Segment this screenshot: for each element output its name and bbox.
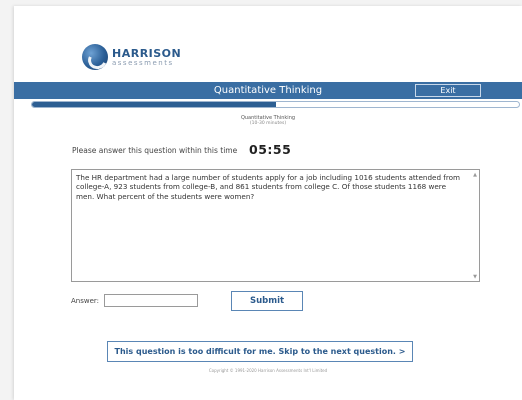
harrison-logo: HARRISON assessments xyxy=(82,44,181,70)
progress-fill xyxy=(32,102,276,107)
submit-button[interactable]: Submit xyxy=(231,291,303,311)
countdown-timer: 05:55 xyxy=(249,142,292,157)
logo-wordmark: HARRISON assessments xyxy=(112,48,181,67)
section-caption: Quantitative Thinking (10-30 minutes) xyxy=(14,115,522,127)
answer-label: Answer: xyxy=(71,297,100,305)
assessment-page: HARRISON assessments Quantitative Thinki… xyxy=(14,6,522,400)
question-text: The HR department had a large number of … xyxy=(76,173,461,201)
progress-bar xyxy=(31,101,520,108)
timer-label: Please answer this question within this … xyxy=(72,146,238,155)
logo-subtitle: assessments xyxy=(112,58,174,67)
scroll-up-icon[interactable]: ▲ xyxy=(473,172,477,178)
logo-name: HARRISON xyxy=(112,46,182,60)
section-header-bar: Quantitative Thinking Exit xyxy=(14,82,522,99)
scroll-down-icon[interactable]: ▼ xyxy=(473,274,477,280)
question-textarea[interactable]: The HR department had a large number of … xyxy=(71,169,480,282)
answer-input[interactable] xyxy=(104,294,198,307)
exit-button[interactable]: Exit xyxy=(415,84,481,97)
harrison-logo-icon xyxy=(82,44,108,70)
section-caption-duration: (10-30 minutes) xyxy=(249,121,287,127)
skip-question-button[interactable]: This question is too difficult for me. S… xyxy=(107,341,413,362)
footer-copyright: Copyright © 1991-2020 Harrison Assessmen… xyxy=(208,368,328,373)
